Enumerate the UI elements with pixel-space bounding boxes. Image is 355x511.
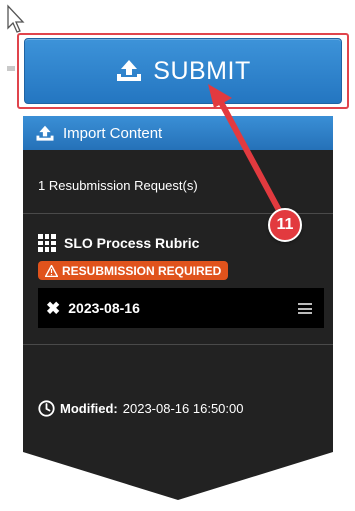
- import-panel: Import Content 1 Resubmission Request(s)…: [23, 116, 333, 500]
- clock-icon: [38, 400, 55, 417]
- grid-icon: [38, 234, 56, 252]
- edge-marker: [7, 66, 15, 71]
- step-number-badge: 11: [268, 208, 302, 242]
- modified-value: 2023-08-16 16:50:00: [122, 401, 244, 416]
- rubric-title-row[interactable]: SLO Process Rubric: [38, 234, 199, 252]
- drag-handle-icon[interactable]: [298, 303, 312, 314]
- submit-label: SUBMIT: [153, 56, 251, 85]
- rubric-title: SLO Process Rubric: [64, 235, 200, 251]
- modified-label: Modified:: [60, 401, 118, 416]
- mouse-cursor-icon: [7, 4, 25, 33]
- submit-button[interactable]: SUBMIT: [24, 38, 342, 104]
- close-icon[interactable]: ✖: [46, 300, 60, 317]
- resubmission-date-row: ✖ 2023-08-16: [38, 288, 324, 328]
- upload-icon: [36, 125, 54, 141]
- import-content-button[interactable]: Import Content: [23, 116, 333, 150]
- divider: [23, 344, 333, 345]
- resubmission-date: 2023-08-16: [68, 300, 140, 316]
- status-badge: RESUBMISSION REQUIRED: [38, 261, 229, 280]
- resubmission-count: 1 Resubmission Request(s): [38, 178, 198, 193]
- warning-icon: [45, 264, 58, 277]
- status-badge-label: RESUBMISSION REQUIRED: [62, 263, 222, 278]
- upload-icon: [117, 60, 142, 81]
- modified-info: Modified: 2023-08-16 16:50:00: [38, 400, 243, 417]
- import-content-label: Import Content: [63, 124, 163, 142]
